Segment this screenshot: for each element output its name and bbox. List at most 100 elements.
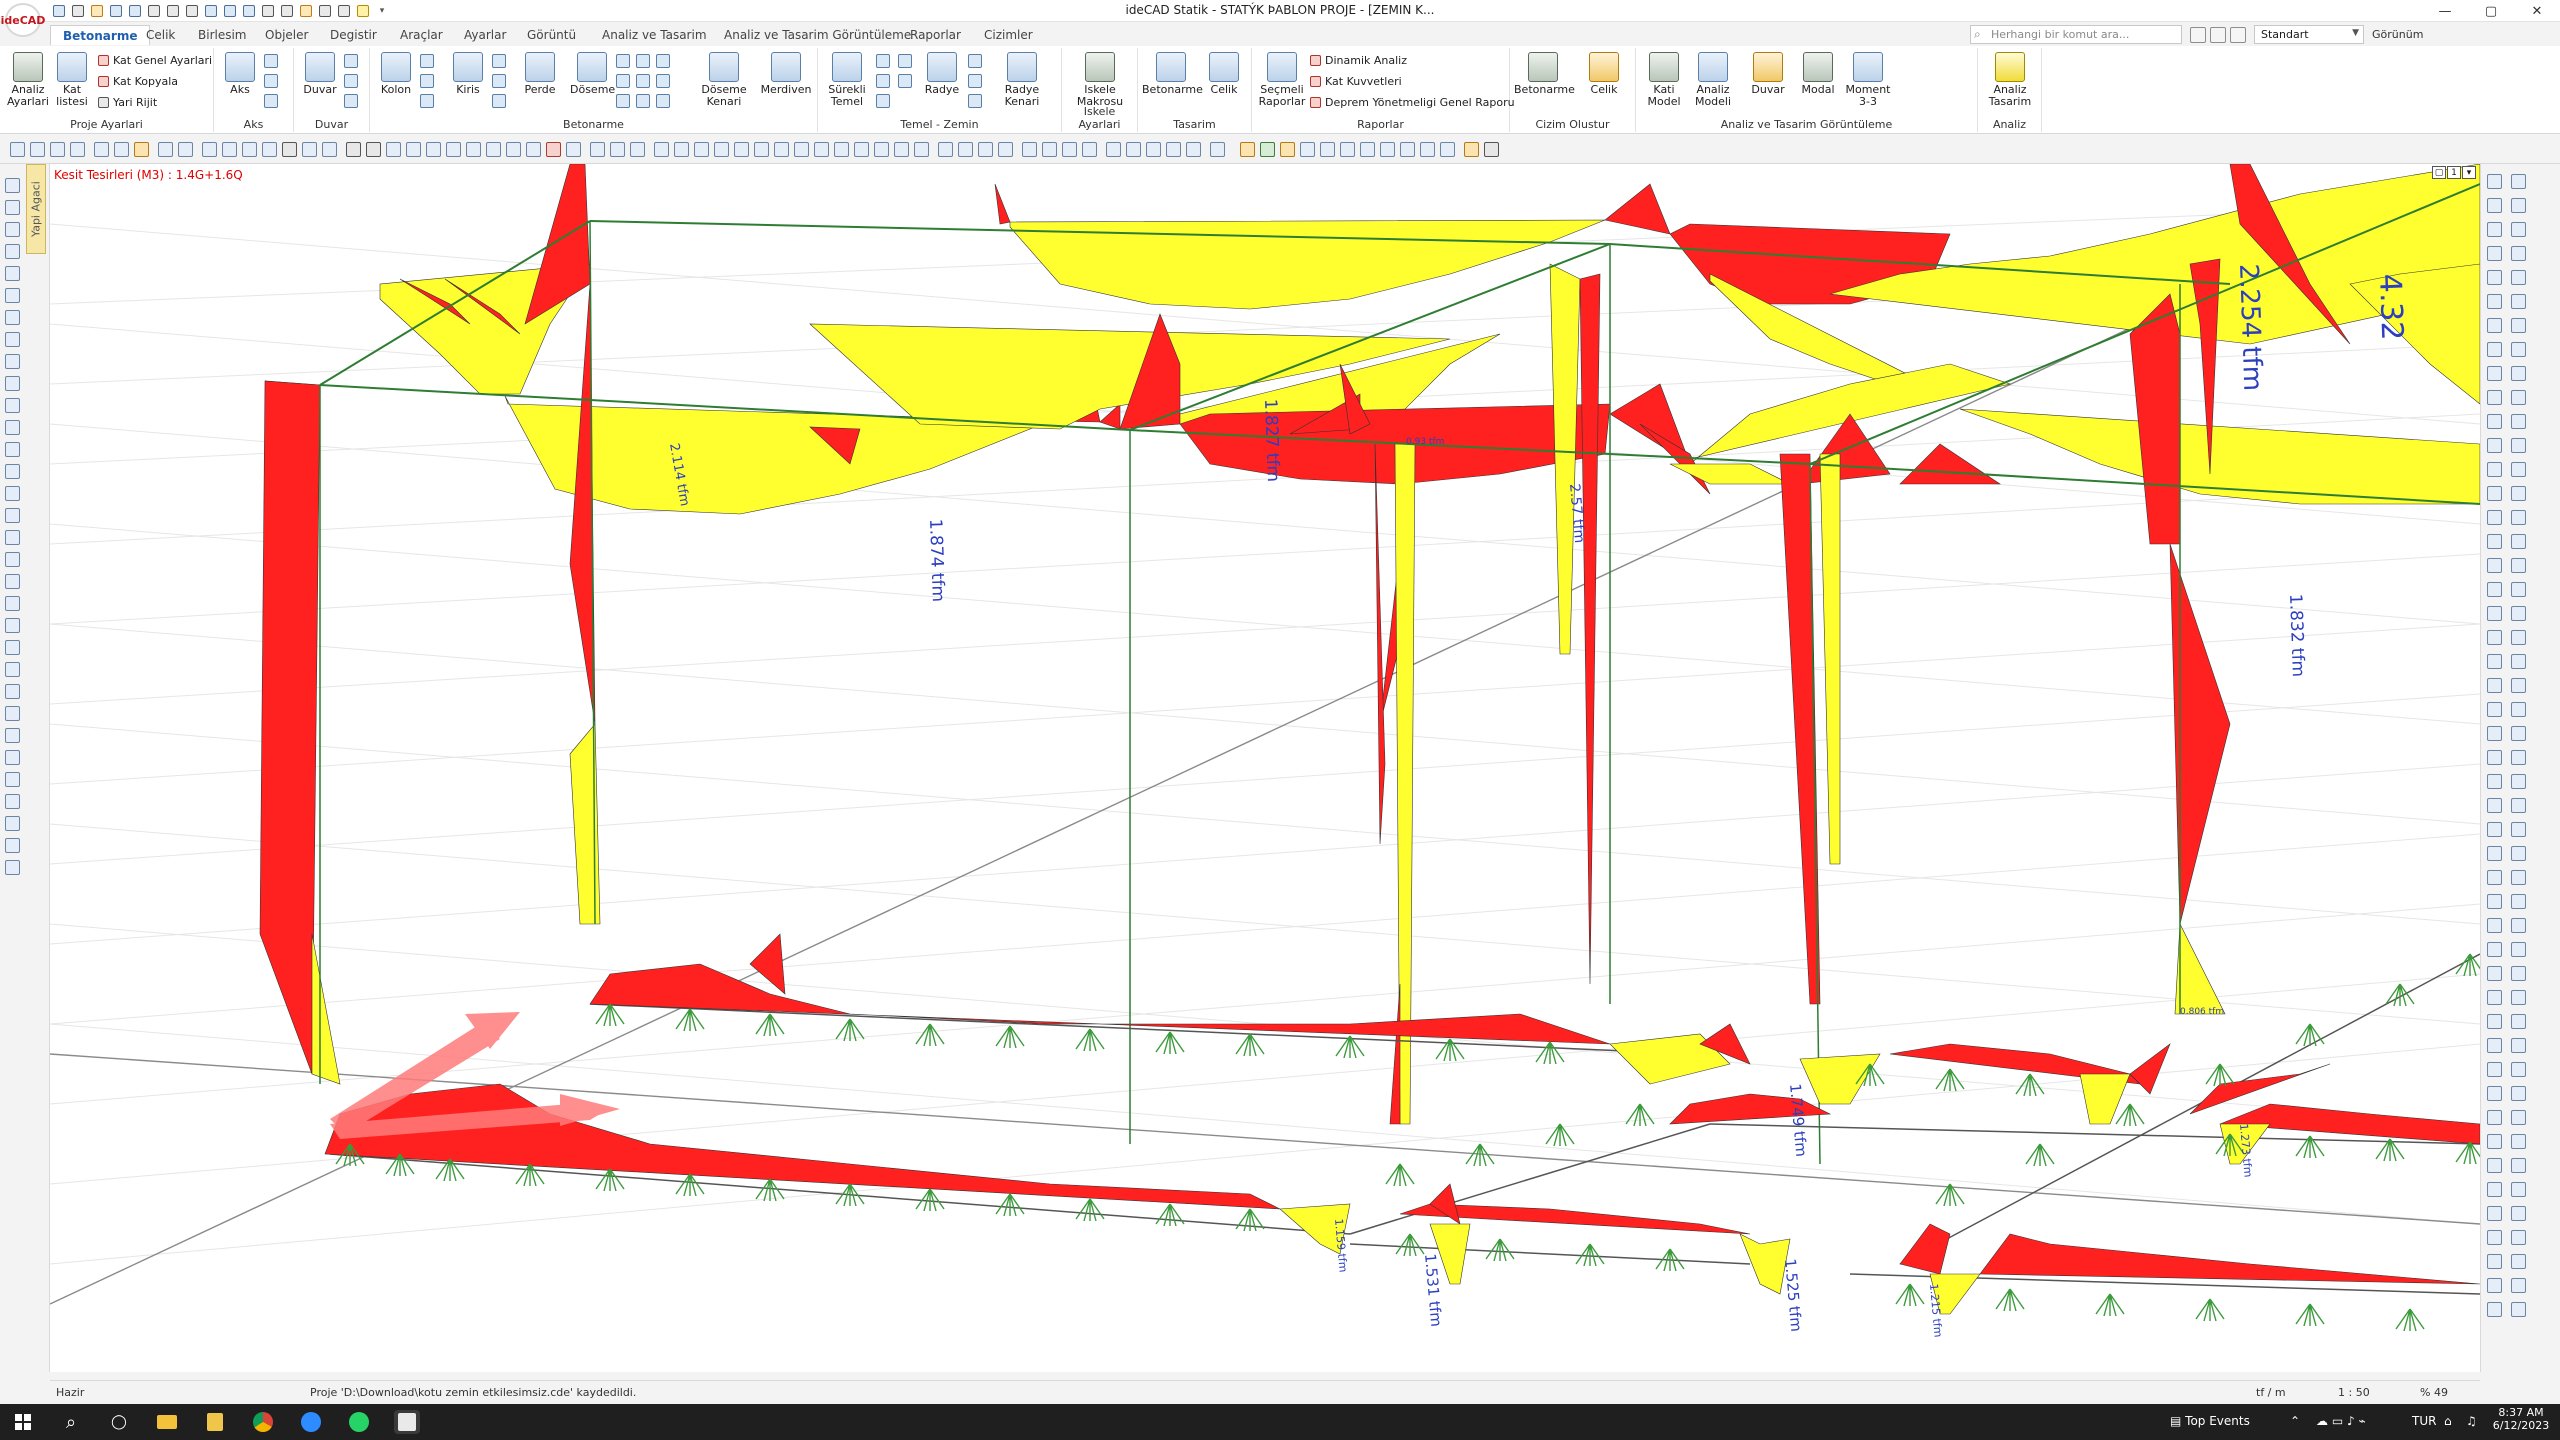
tool-icon[interactable] [2487,822,2502,837]
stretch-icon[interactable] [486,142,501,157]
search-icon[interactable]: ⌕ [58,1410,84,1434]
extend-icon[interactable] [366,142,381,157]
mirror-icon[interactable] [262,142,277,157]
tab-analiz-goruntuleme[interactable]: Analiz ve Tasarim Görüntüleme [712,25,923,45]
tool-icon[interactable] [2511,678,2526,693]
extend-icon[interactable] [335,2,353,20]
zoom-all-icon[interactable] [50,142,65,157]
text-a-icon[interactable] [674,142,689,157]
column-tool-icon[interactable] [420,54,434,68]
status-zoom[interactable]: % 49 [2420,1386,2448,1399]
block-icon[interactable] [566,142,581,157]
tool-icon[interactable] [2511,582,2526,597]
tool-icon[interactable] [2487,342,2502,357]
customize-qat-icon[interactable]: ▾ [373,2,391,20]
tool-icon[interactable] [2487,414,2502,429]
tool-icon[interactable] [2511,246,2526,261]
tool-icon[interactable] [2511,870,2526,885]
text-icon[interactable] [158,142,173,157]
fly-icon[interactable] [1360,142,1375,157]
doseme-kenari-button[interactable]: Döseme Kenari [696,52,752,108]
tool-icon[interactable] [2487,1302,2502,1317]
tool-icon[interactable] [5,354,20,369]
tab-raporlar[interactable]: Raporlar [898,25,973,45]
tool-icon[interactable] [2511,342,2526,357]
detail-icon[interactable] [914,142,929,157]
tab-araclar[interactable]: Araçlar [388,25,455,45]
polyline-icon[interactable] [694,142,709,157]
tool-icon[interactable] [2511,1158,2526,1173]
tool-icon[interactable] [2511,1062,2526,1077]
kati-model-button[interactable]: Kati Model [1642,52,1686,108]
tool-icon[interactable] [5,596,20,611]
tool-icon[interactable] [5,706,20,721]
join-icon[interactable] [406,142,421,157]
viewport-restore-icon[interactable]: 1 [2447,166,2461,179]
secmeli-raporlar-button[interactable]: Seçmeli Raporlar [1256,52,1308,108]
hatch-icon[interactable] [794,142,809,157]
foundation-tool-icon[interactable] [898,74,912,88]
perde-button[interactable]: Perde [518,52,562,96]
tool-icon[interactable] [2511,222,2526,237]
tool-icon[interactable] [2511,942,2526,957]
circle-icon[interactable] [754,142,769,157]
raft-tool-icon[interactable] [968,54,982,68]
camera-icon[interactable] [1300,142,1315,157]
window-icon[interactable] [344,74,358,88]
idecad-taskbar-icon[interactable] [394,1410,420,1434]
yari-rijit-checkbox[interactable]: Yari Rijit [98,96,157,109]
modal-button[interactable]: Modal [1796,52,1840,96]
column-tool-icon[interactable] [420,74,434,88]
tool-icon[interactable] [5,222,20,237]
scale-icon[interactable] [322,142,337,157]
move-icon[interactable] [202,142,217,157]
tool-icon[interactable] [5,310,20,325]
zoom-window-icon[interactable] [30,142,45,157]
yapi-agaci-tab[interactable]: Yapi Agaci [26,164,46,254]
duvar-button[interactable]: Duvar [298,52,342,96]
tool-icon[interactable] [2511,1038,2526,1053]
tool-icon[interactable] [5,288,20,303]
copy-icon[interactable] [240,2,258,20]
cizim-betonarme-button[interactable]: Betonarme [1514,52,1575,96]
weather-widget[interactable]: ▤ Top Events [2170,1414,2250,1428]
slab-tool-icon[interactable] [656,54,670,68]
tray-overflow-icon[interactable]: ⌃ [2290,1414,2300,1428]
tool-icon[interactable] [2511,798,2526,813]
style-select[interactable]: Standart ▼ [2254,25,2364,44]
tool-icon[interactable] [2511,990,2526,1005]
tool-icon[interactable] [2487,630,2502,645]
volume-icon[interactable]: ♫ [2466,1414,2477,1428]
snap-icon[interactable] [938,142,953,157]
tool-icon[interactable] [5,178,20,193]
tool-icon[interactable] [5,816,20,831]
whatsapp-icon[interactable] [346,1410,372,1434]
status-unit[interactable]: tf / m [2256,1386,2286,1399]
tool-icon[interactable] [2511,966,2526,981]
area-icon[interactable] [854,142,869,157]
tool-icon[interactable] [2511,1302,2526,1317]
tool-icon[interactable] [2487,366,2502,381]
arc-icon[interactable] [734,142,749,157]
status-scale[interactable]: 1 : 50 [2338,1386,2370,1399]
shade-icon[interactable] [1126,142,1141,157]
wire-icon[interactable] [1146,142,1161,157]
tool-icon[interactable] [5,838,20,853]
rotate-icon[interactable] [242,142,257,157]
explode-icon[interactable] [506,142,521,157]
tool-icon[interactable] [5,376,20,391]
tool-icon[interactable] [2487,246,2502,261]
tool-icon[interactable] [2511,294,2526,309]
slab-tool-icon[interactable] [636,74,650,88]
maximize-button[interactable]: ▢ [2468,0,2514,22]
properties-icon[interactable] [1210,142,1225,157]
tool-icon[interactable] [2511,558,2526,573]
foundation-tool-icon[interactable] [876,94,890,108]
chamfer-icon[interactable] [466,142,481,157]
tree-icon[interactable] [1260,142,1275,157]
tasarim-betonarme-button[interactable]: Betonarme [1142,52,1203,96]
tool-icon[interactable] [5,662,20,677]
cizim-celik-button[interactable]: Celik [1576,52,1632,96]
tool-icon[interactable] [2511,1230,2526,1245]
eraser-icon[interactable] [282,142,297,157]
